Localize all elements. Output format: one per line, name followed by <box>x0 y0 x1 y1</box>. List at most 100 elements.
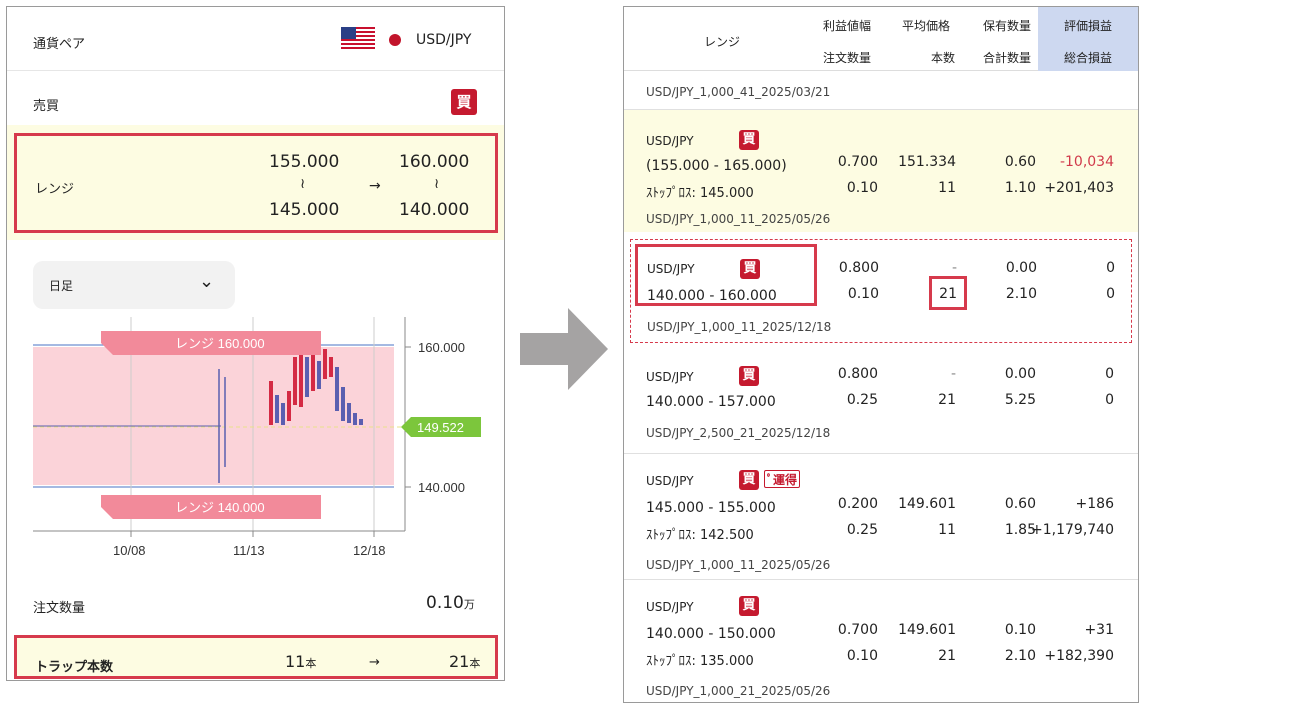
trade-side-label: 売買 <box>33 99 60 114</box>
candle <box>287 391 291 421</box>
x-tick-label: 10/08 <box>113 543 146 558</box>
total-pnl: 0 <box>1106 286 1115 302</box>
group-label: USD/JPY_1,000_11_2025/05/26 <box>646 212 831 226</box>
eval-pnl: +31 <box>1084 622 1114 638</box>
position-stop-loss: ｽﾄｯﾌﾟﾛｽ: 142.500 <box>646 528 754 543</box>
chart-interval-select[interactable]: 日足 ⌄ <box>33 261 235 309</box>
position-item[interactable]: USD/JPY 買 ﾟ運得 145.000 - 155.000 ｽﾄｯﾌﾟﾛｽ:… <box>624 454 1138 578</box>
position-stop-loss: ｽﾄｯﾌﾟﾛｽ: 145.000 <box>646 186 754 201</box>
order-quantity-label: 注文数量 <box>33 601 86 616</box>
candle <box>305 357 309 397</box>
position-pair: USD/JPY <box>646 600 694 614</box>
position-pair: USD/JPY <box>646 370 694 384</box>
header-avg-price: 平均価格 <box>902 19 951 33</box>
group-label: USD/JPY_1,000_21_2025/05/26 <box>646 684 831 698</box>
range-to-tilde: ≀ <box>434 176 440 192</box>
range-from-tilde: ≀ <box>300 176 306 192</box>
order-settings-panel: 通貨ペア USD/JPY 売買 買 レンジ 155.000 ≀ 145.000 … <box>6 6 505 681</box>
order-quantity-value: 0.10万 <box>426 593 475 613</box>
trap-count-to: 21本 <box>449 652 481 671</box>
avg-price: - <box>950 366 956 382</box>
header-total-pnl: 総合損益 <box>1064 51 1113 65</box>
candle <box>329 357 333 377</box>
position-range: 140.000 - 160.000 <box>647 288 777 304</box>
position-range: (155.000 - 165.000) <box>646 158 787 174</box>
position-item[interactable]: USD/JPY 買 140.000 - 150.000 ｽﾄｯﾌﾟﾛｽ: 135… <box>624 580 1138 702</box>
range-row[interactable]: レンジ 155.000 ≀ 145.000 → 160.000 ≀ 140.00… <box>14 133 498 233</box>
x-tick-label: 12/18 <box>353 543 386 558</box>
candle <box>269 381 273 425</box>
us-flag-icon <box>341 27 375 49</box>
header-eval-pnl: 評価損益 <box>1064 19 1113 33</box>
position-item-highlighted[interactable]: USD/JPY 買 140.000 - 160.000 0.800 0.10 -… <box>630 239 1132 343</box>
range-band <box>33 347 394 485</box>
total-pnl: 0 <box>1105 392 1114 408</box>
trap-count-row[interactable]: トラップ本数 11本 → 21本 <box>14 635 498 679</box>
total-qty: 2.10 <box>1005 286 1037 302</box>
trap-count-from: 11本 <box>285 652 317 671</box>
trap-arrow-icon: → <box>369 655 380 670</box>
total-qty: 2.10 <box>1004 648 1036 664</box>
avg-price: - <box>951 260 957 276</box>
header-count: 本数 <box>931 51 956 65</box>
hold-qty: 0.60 <box>1004 154 1036 170</box>
total-qty: 1.10 <box>1004 180 1036 196</box>
eval-pnl: 0 <box>1105 366 1114 382</box>
order-quantity-row[interactable]: 注文数量 0.10万 <box>7 585 504 625</box>
profit-width: 0.800 <box>838 260 879 276</box>
avg-price: 151.334 <box>898 154 956 170</box>
candle <box>317 361 321 389</box>
range-chart-svg: レンジ 160.000 レンジ 140.000 149.522 160.000 … <box>33 317 481 558</box>
chevron-down-icon: ⌄ <box>199 271 215 292</box>
buy-badge: 買 <box>739 130 759 150</box>
band-bottom-label: レンジ 140.000 <box>175 500 265 515</box>
jp-flag-icon <box>389 34 401 46</box>
eval-pnl: +186 <box>1075 496 1114 512</box>
y-tick-label: 160.000 <box>418 340 465 355</box>
order-qty: 0.25 <box>846 392 878 408</box>
position-pair: USD/JPY <box>647 262 695 276</box>
currency-pair-row[interactable]: 通貨ペア USD/JPY <box>7 7 504 71</box>
position-range: 140.000 - 157.000 <box>646 394 776 410</box>
hold-qty: 0.00 <box>1005 260 1037 276</box>
transition-arrow-icon <box>520 308 608 390</box>
group-label: USD/JPY_2,500_21_2025/12/18 <box>646 426 831 440</box>
note-badge: ﾟ運得 <box>764 470 801 488</box>
range-label: レンジ <box>35 182 75 197</box>
header-hold-qty: 保有数量 <box>983 19 1032 33</box>
order-qty: 0.10 <box>846 648 878 664</box>
trap-count: 21 <box>938 648 956 664</box>
currency-pair-label: 通貨ペア <box>33 37 86 52</box>
profit-width: 0.800 <box>837 366 878 382</box>
trap-count: 11 <box>938 522 956 538</box>
candle <box>299 351 303 407</box>
candle <box>293 357 297 405</box>
hold-qty: 0.00 <box>1004 366 1036 382</box>
candle <box>281 403 285 425</box>
position-item[interactable]: USD/JPY 買 140.000 - 157.000 0.800 0.25 -… <box>624 352 1138 452</box>
order-qty: 0.25 <box>846 522 878 538</box>
header-profit-width: 利益値幅 <box>823 19 872 33</box>
hold-qty: 0.10 <box>1004 622 1036 638</box>
trap-count: 21 <box>938 392 956 408</box>
currency-pair-value: USD/JPY <box>416 32 472 48</box>
trap-count: 11 <box>938 180 956 196</box>
position-range: 140.000 - 150.000 <box>646 626 776 642</box>
position-pair: USD/JPY <box>646 474 694 488</box>
profit-width: 0.700 <box>837 154 878 170</box>
position-item[interactable]: USD/JPY 買 (155.000 - 165.000) ｽﾄｯﾌﾟﾛｽ: 1… <box>624 110 1138 232</box>
header-range: レンジ <box>704 35 741 49</box>
candle <box>359 419 363 425</box>
buy-badge: 買 <box>451 89 477 115</box>
range-chart: レンジ 160.000 レンジ 140.000 149.522 160.000 … <box>31 317 481 567</box>
total-pnl: +201,403 <box>1044 180 1114 196</box>
eval-pnl: 0 <box>1106 260 1115 276</box>
hold-qty: 0.60 <box>1004 496 1036 512</box>
group-label: USD/JPY_1,000_11_2025/12/18 <box>647 320 832 334</box>
current-price-label: 149.522 <box>417 420 464 435</box>
candle <box>353 413 357 425</box>
profit-width: 0.700 <box>837 622 878 638</box>
candle <box>275 395 279 423</box>
chart-interval-value: 日足 <box>49 279 74 293</box>
position-pair: USD/JPY <box>646 134 694 148</box>
